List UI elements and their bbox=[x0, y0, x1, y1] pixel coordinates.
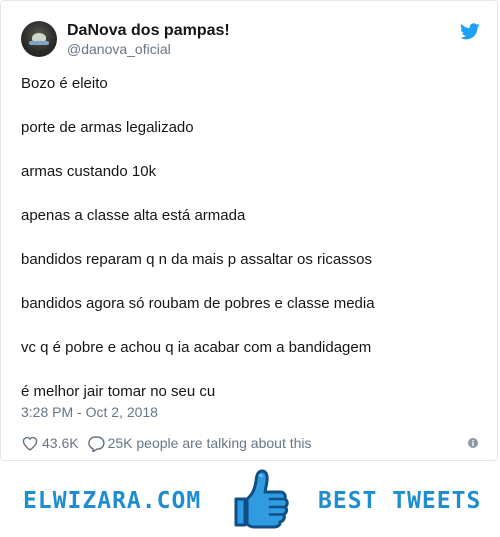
tweet-card: DaNova dos pampas! @danova_oficial Bozo … bbox=[0, 0, 498, 461]
tweet-line: Bozo é eleito bbox=[21, 75, 108, 92]
conversation-button[interactable]: 25K people are talking about this bbox=[87, 435, 312, 452]
heart-icon bbox=[22, 436, 38, 451]
speech-bubble-icon bbox=[87, 435, 105, 452]
tweet-line: apenas a classe alta está armada bbox=[21, 207, 246, 224]
like-count: 43.6K bbox=[42, 435, 79, 451]
tweet-line: bandidos reparam q n da mais p assaltar … bbox=[21, 251, 373, 268]
avatar-image-detail bbox=[29, 41, 49, 45]
tweet-line: é melhor jair tomar no seu cu bbox=[21, 383, 216, 400]
author-handle[interactable]: @danova_oficial bbox=[67, 41, 171, 57]
conversation-text: 25K people are talking about this bbox=[107, 435, 312, 451]
tweet-text: Bozo é eleito porte de armas legalizado … bbox=[21, 74, 481, 426]
banner-site-name: ELWIZARA.COM bbox=[23, 488, 202, 514]
twitter-bird-icon[interactable] bbox=[460, 23, 480, 40]
avatar[interactable] bbox=[21, 21, 57, 57]
tweet-actions: 43.6K 25K people are talking about this bbox=[21, 433, 320, 453]
like-button[interactable]: 43.6K bbox=[21, 435, 79, 451]
tweet-line: vc q é pobre e achou q ia acabar com a b… bbox=[21, 339, 372, 356]
tweet-timestamp[interactable]: 3:28 PM - Oct 2, 2018 bbox=[21, 404, 158, 420]
author-display-name[interactable]: DaNova dos pampas! bbox=[67, 22, 230, 40]
tweet-line: bandidos agora só roubam de pobres e cla… bbox=[21, 295, 375, 312]
tweet-line: armas custando 10k bbox=[21, 163, 157, 180]
promo-banner: ELWIZARA.COM BEST TWEETS bbox=[0, 461, 500, 537]
info-icon[interactable] bbox=[468, 438, 478, 448]
banner-tagline: BEST TWEETS bbox=[318, 488, 482, 514]
thumbs-up-icon bbox=[234, 469, 289, 529]
tweet-line: porte de armas legalizado bbox=[21, 119, 194, 136]
